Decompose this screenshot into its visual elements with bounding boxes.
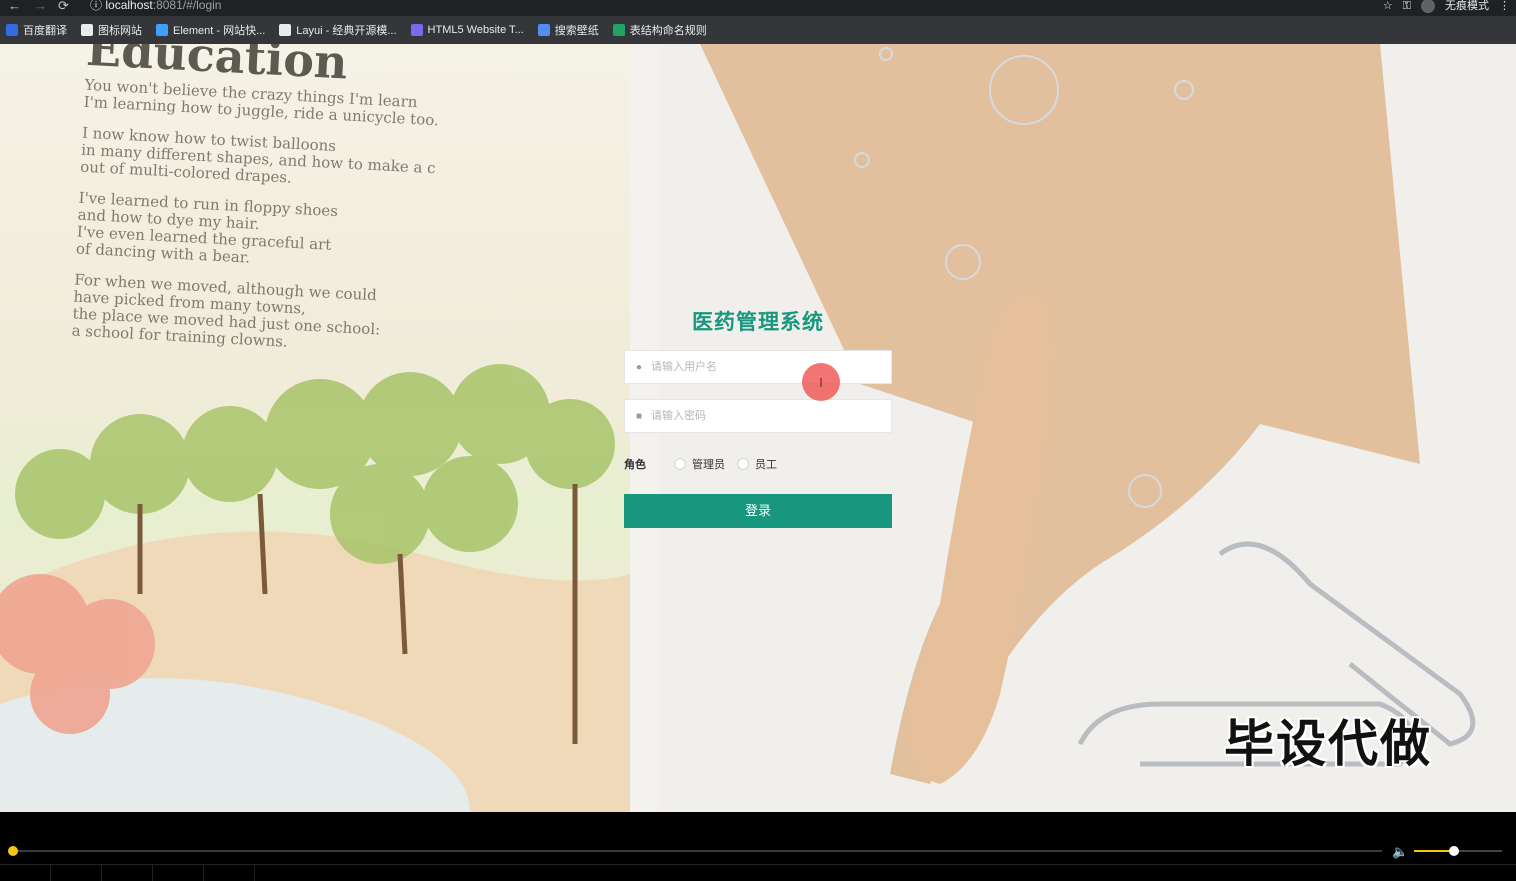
bookmark-item[interactable]: Element - 网站快... — [156, 22, 265, 38]
username-input[interactable] — [651, 361, 871, 373]
star-icon[interactable]: ☆ — [1383, 0, 1393, 13]
address-bar[interactable]: ⓘ localhost:8081/#/login — [90, 0, 221, 14]
incognito-label: 无痕模式 — [1445, 0, 1489, 12]
sheet-icon — [612, 24, 625, 36]
volume-icon[interactable]: 🔈 — [1392, 844, 1408, 860]
player-segment — [102, 865, 153, 881]
role-option-staff-label: 员工 — [755, 459, 777, 471]
password-input[interactable] — [651, 410, 871, 422]
bookmark-item[interactable]: 搜索壁纸 — [537, 22, 599, 38]
text-cursor-icon: I — [819, 374, 823, 390]
book-illustration: Education You won't believe the crazy th… — [0, 44, 630, 812]
bookmark-label: 百度翻译 — [23, 25, 67, 37]
radio-staff[interactable] — [737, 458, 749, 470]
browser-toolbar: ← → ⟳ ⓘ localhost:8081/#/login ☆ ⚿ 无痕模式 … — [0, 0, 1516, 16]
bookmark-label: Layui - 经典开源模... — [296, 25, 397, 37]
book-text: Education You won't believe the crazy th… — [71, 44, 446, 372]
bookmark-label: Element - 网站快... — [173, 25, 266, 37]
bookmark-label: 表结构命名规则 — [629, 25, 707, 37]
role-option-admin-label: 管理员 — [692, 459, 725, 471]
radio-admin[interactable] — [674, 458, 686, 470]
bookmark-label: 图标网站 — [98, 25, 142, 37]
player-segment — [204, 865, 255, 881]
role-option-admin[interactable]: 管理员 — [674, 456, 725, 472]
username-field: ● — [624, 350, 892, 384]
trees-illustration — [0, 364, 630, 812]
url-host: localhost — [105, 0, 153, 12]
video-player-bar: 🔈 — [0, 812, 1516, 881]
bookmark-item[interactable]: HTML5 Website T... — [410, 24, 524, 36]
html5-icon — [410, 24, 423, 36]
book-paragraph: I now know how to twist balloons in many … — [80, 124, 442, 195]
bookmark-item[interactable]: 百度翻译 — [6, 22, 67, 38]
user-icon: ● — [635, 361, 643, 373]
cursor-highlight: I — [802, 363, 840, 401]
role-option-staff[interactable]: 员工 — [737, 456, 777, 472]
role-selector: 角色 管理员 员工 — [624, 454, 892, 474]
player-segment — [51, 865, 102, 881]
translate-icon — [6, 24, 18, 36]
book-paragraph: I've learned to run in floppy shoes and h… — [76, 189, 439, 277]
bookmarks-bar: 百度翻译 图标网站 Element - 网站快... Layui - 经典开源模...… — [0, 16, 1516, 44]
bookmark-label: HTML5 Website T... — [427, 24, 524, 36]
player-segment — [0, 865, 51, 881]
progress-track[interactable] — [12, 850, 1382, 852]
login-title: 医药管理系统 — [692, 311, 824, 334]
role-label: 角色 — [624, 459, 646, 471]
menu-icon[interactable]: ⋮ — [1499, 0, 1510, 13]
forward-arrow-icon[interactable]: → — [34, 0, 47, 14]
layui-icon — [279, 24, 292, 36]
bookmark-label: 搜索壁纸 — [554, 25, 599, 37]
lock-icon: ■ — [635, 410, 643, 422]
bookmark-item[interactable]: Layui - 经典开源模... — [279, 22, 397, 38]
incognito-icon[interactable] — [1421, 0, 1435, 13]
key-icon[interactable]: ⚿ — [1403, 0, 1411, 13]
password-field: ■ — [624, 399, 892, 433]
bookmark-item[interactable]: 图标网站 — [81, 22, 142, 38]
volume-knob[interactable] — [1448, 846, 1459, 856]
watermark-text: 毕设代做 — [1224, 715, 1432, 773]
wallpaper-icon — [537, 24, 550, 36]
info-icon[interactable]: ⓘ — [90, 0, 102, 12]
progress-knob[interactable] — [8, 846, 18, 856]
bookmark-item[interactable]: 表结构命名规则 — [612, 22, 707, 38]
reload-icon[interactable]: ⟳ — [58, 0, 69, 14]
player-segment — [153, 865, 204, 881]
login-button[interactable]: 登录 — [624, 494, 892, 528]
url-path: :8081/#/login — [152, 0, 222, 12]
flag-icon — [81, 24, 93, 36]
login-page: Education You won't believe the crazy th… — [0, 44, 1516, 812]
back-arrow-icon[interactable]: ← — [8, 0, 21, 14]
volume-fill — [1414, 850, 1454, 852]
element-icon — [156, 24, 168, 36]
player-bottom-strip — [0, 864, 1516, 881]
